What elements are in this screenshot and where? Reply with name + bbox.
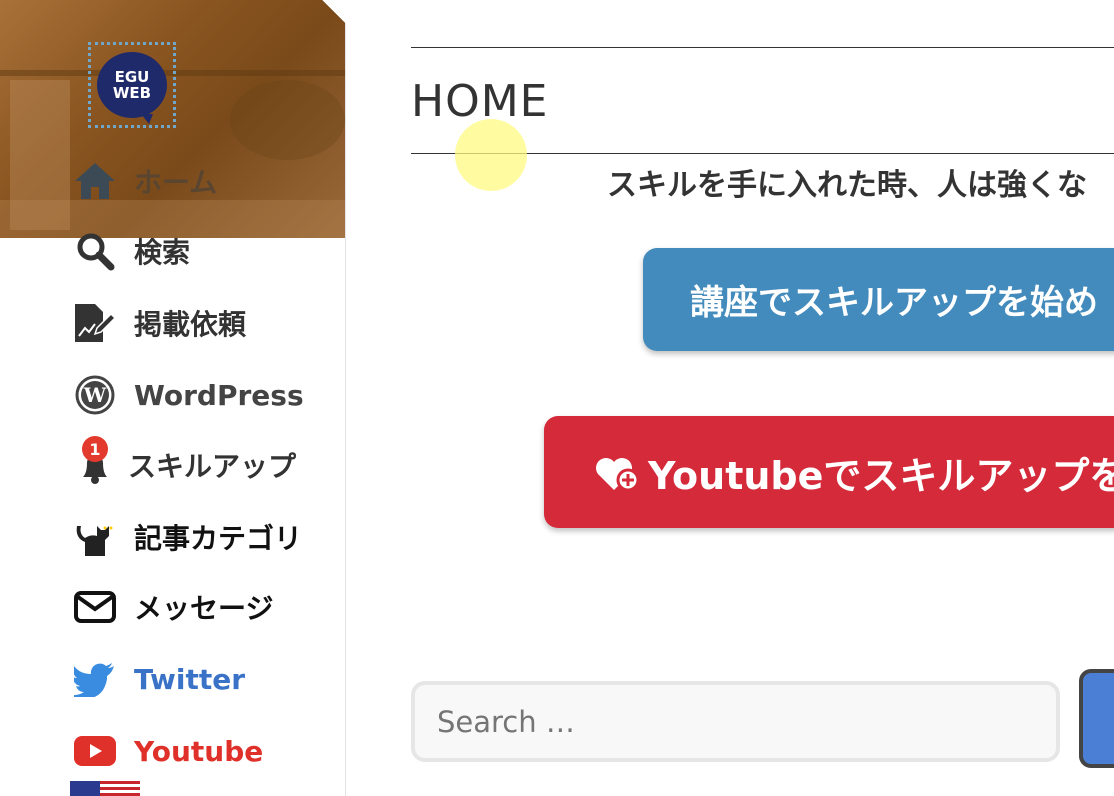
search-icon (72, 228, 118, 274)
sidebar-item-label: ホーム (134, 166, 218, 199)
page-title: HOME (411, 76, 549, 127)
sidebar: EGU WEB ホーム 検索 掲載依頼 W WordPress 1 スキルアップ… (0, 0, 388, 796)
cursor-highlight (455, 119, 527, 191)
youtube-skillup-button[interactable]: Youtubeでスキルアップを (544, 416, 1114, 528)
logo-bubble: EGU WEB (97, 52, 167, 124)
us-flag-icon[interactable] (70, 781, 140, 796)
cta-label: Youtubeでスキルアップを (648, 453, 1114, 498)
svg-text:W: W (83, 383, 107, 407)
sidebar-item-youtube[interactable]: Youtube (72, 728, 263, 774)
logo-line-2: WEB (112, 84, 152, 102)
sidebar-item-label: 掲載依頼 (134, 308, 247, 341)
sidebar-item-request[interactable]: 掲載依頼 (72, 300, 246, 346)
sidebar-item-label: スキルアップ (128, 450, 297, 483)
course-skillup-button[interactable]: 講座でスキルアップを始め (643, 248, 1114, 351)
site-logo[interactable]: EGU WEB (88, 42, 176, 128)
sidebar-item-twitter[interactable]: Twitter (72, 656, 245, 702)
sidebar-item-message[interactable]: メッセージ (72, 584, 273, 630)
sidebar-item-label: Twitter (134, 662, 246, 696)
sidebar-item-label: Youtube (134, 734, 264, 768)
search-input[interactable] (411, 681, 1060, 762)
bell-icon: 1 (72, 436, 118, 488)
sidebar-item-label: メッセージ (134, 592, 274, 625)
logo-line-1: EGU (114, 68, 150, 86)
title-top-rule (411, 47, 1114, 48)
sidebar-item-search[interactable]: 検索 (72, 228, 190, 274)
sidebar-item-wordpress[interactable]: W WordPress (72, 372, 304, 418)
sidebar-item-skillup[interactable]: 1 スキルアップ (72, 436, 297, 488)
cta-label: 講座でスキルアップを始め (690, 283, 1098, 323)
wordpress-icon: W (72, 372, 118, 418)
cat-icon (72, 514, 118, 560)
sidebar-item-label: 検索 (134, 236, 191, 269)
sidebar-item-category[interactable]: 記事カテゴリ (72, 514, 302, 560)
search-button[interactable] (1079, 669, 1114, 768)
youtube-icon (72, 728, 118, 774)
sidebar-item-label: 記事カテゴリ (134, 522, 303, 555)
page-fold-decoration (318, 0, 388, 62)
document-edit-icon (72, 300, 118, 346)
twitter-icon (72, 656, 118, 702)
heart-plus-icon (594, 450, 642, 494)
envelope-icon (72, 584, 118, 630)
home-icon (72, 158, 118, 204)
notification-badge: 1 (82, 436, 108, 462)
tagline: スキルを手に入れた時、人は強くな (607, 168, 1087, 203)
sidebar-item-label: WordPress (134, 378, 304, 412)
sidebar-item-home[interactable]: ホーム (72, 158, 217, 204)
